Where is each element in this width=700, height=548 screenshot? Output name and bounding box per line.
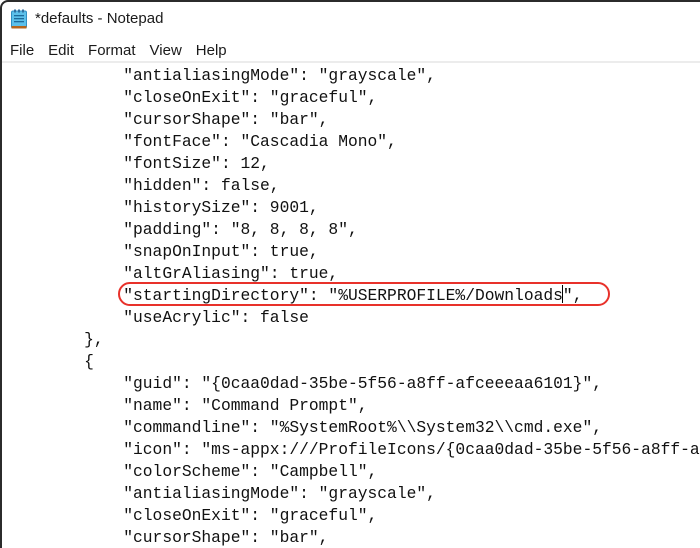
code-line: "altGrAliasing": true, — [6, 264, 339, 283]
code-line: "colorScheme": "Campbell", — [6, 462, 378, 481]
code-line: "cursorShape": "bar", — [6, 110, 329, 129]
menu-view[interactable]: View — [144, 42, 188, 59]
menu-separator — [2, 61, 700, 63]
code-line: "commandline": "%SystemRoot%\\System32\\… — [6, 418, 602, 437]
code-line: }, — [6, 330, 104, 349]
code-line: "snapOnInput": true, — [6, 242, 319, 261]
caret-line-before: "startingDirectory": "%USERPROFILE%/Down… — [6, 286, 563, 305]
code-line: "cursorShape": "bar", — [6, 528, 329, 547]
code-line: "fontFace": "Cascadia Mono", — [6, 132, 397, 151]
menu-bar: File Edit Format View Help — [2, 38, 700, 62]
code-line: "icon": "ms-appx:///ProfileIcons/{0caa0d… — [123, 440, 700, 459]
menu-help[interactable]: Help — [190, 42, 233, 59]
code-line: { — [6, 352, 94, 371]
text-editor[interactable]: "antialiasingMode": "grayscale", "closeO… — [2, 64, 700, 548]
code-line: "closeOnExit": "graceful", — [6, 88, 378, 107]
code-line: "useAcrylic": false — [6, 308, 309, 327]
code-line: "closeOnExit": "graceful", — [6, 506, 378, 525]
window-title: *defaults - Notepad — [35, 10, 164, 27]
code-line: "fontSize": 12, — [6, 154, 270, 173]
code-line-caret: "startingDirectory": "%USERPROFILE%/Down… — [6, 285, 582, 307]
code-line: "name": "Command Prompt", — [6, 396, 368, 415]
menu-format[interactable]: Format — [82, 42, 142, 59]
code-line: "hidden": false, — [6, 176, 280, 195]
notepad-icon — [11, 9, 27, 29]
caret-line-after: ", — [562, 286, 583, 305]
menu-file[interactable]: File — [4, 42, 40, 59]
code-line: "guid": "{0caa0dad-35be-5f56-a8ff-afceee… — [6, 374, 602, 393]
code-line: "antialiasingMode": "grayscale", — [6, 66, 436, 85]
title-bar[interactable]: *defaults - Notepad — [2, 2, 700, 38]
code-line: "historySize": 9001, — [6, 198, 319, 217]
menu-edit[interactable]: Edit — [42, 42, 80, 59]
code-line: "antialiasingMode": "grayscale", — [6, 484, 436, 503]
code-line: "padding": "8, 8, 8, 8", — [6, 220, 358, 239]
notepad-window: *defaults - Notepad File Edit Format Vie… — [0, 0, 700, 548]
